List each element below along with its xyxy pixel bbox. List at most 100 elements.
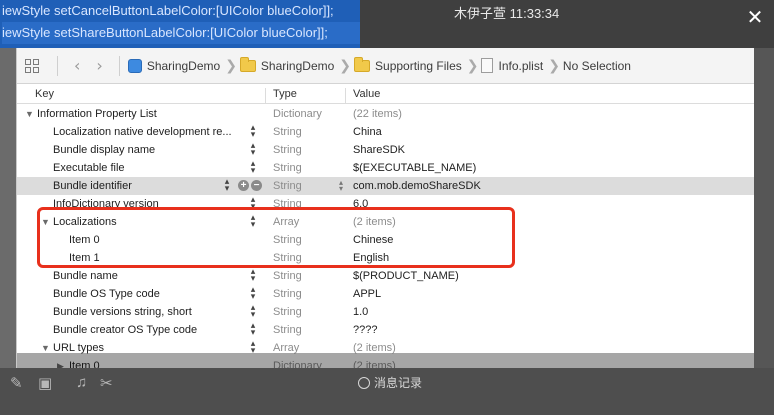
message-history-button[interactable]: 消息记录 <box>358 374 422 391</box>
crumb-group[interactable]: SharingDemo <box>239 56 334 73</box>
column-value[interactable]: Value <box>353 88 380 100</box>
plist-table: ▼ Information Property List Dictionary (… <box>17 104 754 368</box>
edit-icon[interactable]: ✎ <box>10 374 23 392</box>
code-line: iewStyle setCancelButtonLabelColor:[UICo… <box>2 3 334 18</box>
key-stepper-icon[interactable]: ▴ ▾ <box>223 178 231 194</box>
row-type: String <box>273 324 302 336</box>
crumb-file[interactable]: Info.plist <box>481 58 543 73</box>
row-value[interactable]: $(PRODUCT_NAME) <box>353 270 459 282</box>
column-divider[interactable] <box>345 88 346 104</box>
crumb-project[interactable]: SharingDemo <box>127 58 221 73</box>
row-type: String <box>273 306 302 318</box>
column-header: Key Type Value <box>17 84 754 104</box>
remove-row-icon[interactable]: − <box>251 180 262 191</box>
key-stepper-icon[interactable]: ▴ ▾ <box>249 142 257 158</box>
table-row-selected[interactable]: Bundle identifier ▴ ▾ + − String ▴ ▾ com.m… <box>17 177 754 195</box>
row-type: String <box>273 162 302 174</box>
clock-icon <box>358 376 370 389</box>
add-remove-controls: + − <box>238 180 262 191</box>
crumb-label: Supporting Files <box>375 58 462 73</box>
row-key: Localizations <box>53 216 117 228</box>
key-stepper-icon[interactable]: ▴ ▾ <box>249 286 257 302</box>
row-key: InfoDictionary version <box>53 198 159 210</box>
row-type: String <box>273 180 302 192</box>
add-row-icon[interactable]: + <box>238 180 249 191</box>
folder-icon <box>354 56 371 72</box>
chevron-right-icon: ❯ <box>225 57 237 73</box>
row-key: Bundle name <box>53 270 118 282</box>
row-value: (2 items) <box>353 216 396 228</box>
row-value[interactable]: Chinese <box>353 234 393 246</box>
row-value[interactable]: ShareSDK <box>353 144 405 156</box>
table-row[interactable]: Bundle versions string, short ▴ ▾ String … <box>17 303 754 321</box>
folder-icon <box>239 56 256 72</box>
disclosure-triangle-expanded-icon[interactable]: ▼ <box>41 343 50 353</box>
row-value[interactable]: 1.0 <box>353 306 368 318</box>
scissors-icon[interactable]: ✂ <box>100 374 113 392</box>
row-type: String <box>273 126 302 138</box>
column-type[interactable]: Type <box>273 88 297 100</box>
bottom-shadow <box>17 353 754 368</box>
key-stepper-icon[interactable]: ▴ ▾ <box>249 124 257 140</box>
row-key: Bundle display name <box>53 144 156 156</box>
background-code-editor: iewStyle setCancelButtonLabelColor:[UICo… <box>0 0 360 48</box>
chat-toolbar: ✎ ▣ ♫ ✂ 消息记录 <box>0 368 774 415</box>
row-value[interactable]: ???? <box>353 324 377 336</box>
key-stepper-icon[interactable]: ▴ ▾ <box>249 322 257 338</box>
jump-bar: ‹ › SharingDemo ❯ SharingDemo ❯ Supporti… <box>17 48 754 84</box>
table-row[interactable]: Item 1 String English <box>17 249 754 267</box>
column-divider[interactable] <box>265 88 266 104</box>
row-value: (22 items) <box>353 108 402 120</box>
table-row[interactable]: Bundle OS Type code ▴ ▾ String APPL <box>17 285 754 303</box>
row-key: Bundle creator OS Type code <box>53 324 198 336</box>
divider <box>57 55 58 76</box>
table-row[interactable]: ▼ Information Property List Dictionary (… <box>17 105 754 123</box>
crumb-supporting-files[interactable]: Supporting Files <box>354 56 462 73</box>
crumb-selection[interactable]: No Selection <box>563 59 631 73</box>
row-value[interactable]: $(EXECUTABLE_NAME) <box>353 162 476 174</box>
related-items-icon[interactable] <box>25 58 39 73</box>
plist-editor-window: ‹ › SharingDemo ❯ SharingDemo ❯ Supporti… <box>16 48 754 368</box>
row-key: Executable file <box>53 162 125 174</box>
key-stepper-icon[interactable]: ▴ ▾ <box>249 268 257 284</box>
row-key: Bundle versions string, short <box>53 306 192 318</box>
table-row[interactable]: Executable file ▴ ▾ String $(EXECUTABLE_N… <box>17 159 754 177</box>
row-value[interactable]: APPL <box>353 288 381 300</box>
forward-arrow-icon[interactable]: › <box>96 56 102 75</box>
key-stepper-icon[interactable]: ▴ ▾ <box>249 160 257 176</box>
file-icon <box>481 58 494 73</box>
key-stepper-icon[interactable]: ▴ ▾ <box>249 196 257 212</box>
row-value[interactable]: China <box>353 126 382 138</box>
row-type: String <box>273 270 302 282</box>
table-row[interactable]: Bundle display name ▴ ▾ String ShareSDK <box>17 141 754 159</box>
table-row[interactable]: ▼ Localizations ▴ ▾ Array (2 items) <box>17 213 754 231</box>
crumb-label: SharingDemo <box>146 58 221 73</box>
row-value[interactable]: English <box>353 252 389 264</box>
row-value[interactable]: 6.0 <box>353 198 368 210</box>
row-key: Bundle OS Type code <box>53 288 160 300</box>
table-row[interactable]: Bundle name ▴ ▾ String $(PRODUCT_NAME) <box>17 267 754 285</box>
project-icon <box>127 58 142 73</box>
row-key: Information Property List <box>37 108 157 120</box>
row-value[interactable]: com.mob.demoShareSDK <box>353 180 481 192</box>
key-stepper-icon[interactable]: ▴ ▾ <box>249 214 257 230</box>
value-stepper-icon[interactable]: ▴ ▾ <box>339 179 343 193</box>
row-type: String <box>273 198 302 210</box>
disclosure-triangle-expanded-icon[interactable]: ▼ <box>41 217 50 227</box>
divider <box>118 55 120 76</box>
background-panel <box>752 48 774 368</box>
back-arrow-icon[interactable]: ‹ <box>74 56 80 75</box>
disclosure-triangle-expanded-icon[interactable]: ▼ <box>25 109 34 119</box>
row-key: Item 0 <box>69 234 100 246</box>
music-icon[interactable]: ♫ <box>76 374 87 391</box>
table-row[interactable]: InfoDictionary version ▴ ▾ String 6.0 <box>17 195 754 213</box>
table-row[interactable]: Localization native development re... ▴ ▾… <box>17 123 754 141</box>
row-type: String <box>273 288 302 300</box>
column-key[interactable]: Key <box>35 88 54 100</box>
close-icon[interactable]: ✕ <box>745 7 765 27</box>
history-label: 消息记录 <box>374 376 423 390</box>
key-stepper-icon[interactable]: ▴ ▾ <box>249 304 257 320</box>
table-row[interactable]: Item 0 String Chinese <box>17 231 754 249</box>
table-row[interactable]: Bundle creator OS Type code ▴ ▾ String ??… <box>17 321 754 339</box>
image-icon[interactable]: ▣ <box>38 374 52 392</box>
